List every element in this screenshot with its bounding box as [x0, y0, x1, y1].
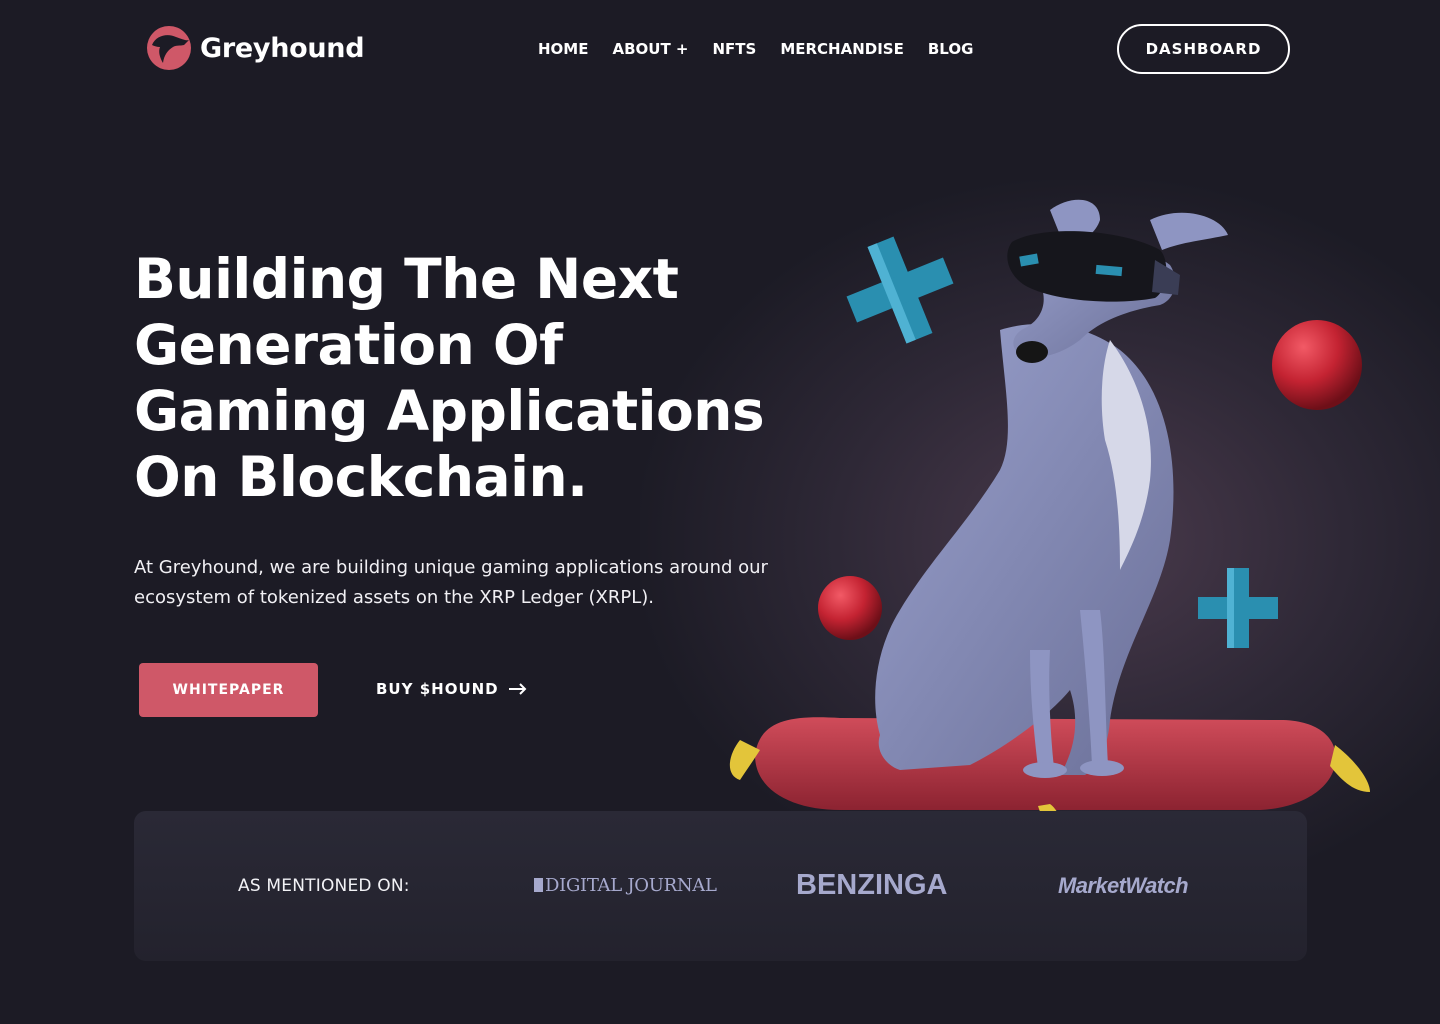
nav-blog[interactable]: BLOG — [928, 40, 974, 58]
blue-cross-small — [1198, 568, 1278, 648]
digital-journal-logo[interactable]: DIGITAL JOURNAL — [534, 875, 717, 896]
greyhound-logo-icon — [147, 26, 191, 70]
press-label: AS MENTIONED ON: — [238, 876, 410, 896]
buy-hound-link[interactable]: BUY $HOUND — [376, 680, 527, 698]
blue-cross-large — [846, 236, 954, 344]
benzinga-logo[interactable]: BENZINGA — [796, 869, 947, 902]
main-nav: HOME ABOUT + NFTS MERCHANDISE BLOG — [538, 40, 973, 58]
nav-nfts[interactable]: NFTS — [712, 40, 756, 58]
brand-logo[interactable]: Greyhound — [146, 25, 365, 71]
whitepaper-button[interactable]: WHITEPAPER — [139, 663, 318, 717]
brand-name: Greyhound — [200, 32, 365, 64]
hero-headline: Building The Next Generation Of Gaming A… — [134, 247, 765, 509]
hero-greyhound-illustration — [729, 199, 1370, 830]
nav-merchandise[interactable]: MERCHANDISE — [780, 40, 904, 58]
dashboard-button[interactable]: DASHBOARD — [1117, 24, 1290, 74]
nav-about[interactable]: ABOUT + — [612, 40, 688, 58]
press-mentions: AS MENTIONED ON: DIGITAL JOURNAL BENZING… — [134, 811, 1307, 961]
nav-home[interactable]: HOME — [538, 40, 588, 58]
buy-hound-label: BUY $HOUND — [376, 680, 499, 698]
hero-subtext: At Greyhound, we are building unique gam… — [134, 557, 768, 608]
red-ball-right — [1272, 320, 1362, 410]
arrow-right-icon — [508, 683, 527, 695]
marketwatch-logo[interactable]: MarketWatch — [1058, 873, 1189, 899]
red-ball-left — [818, 576, 882, 640]
